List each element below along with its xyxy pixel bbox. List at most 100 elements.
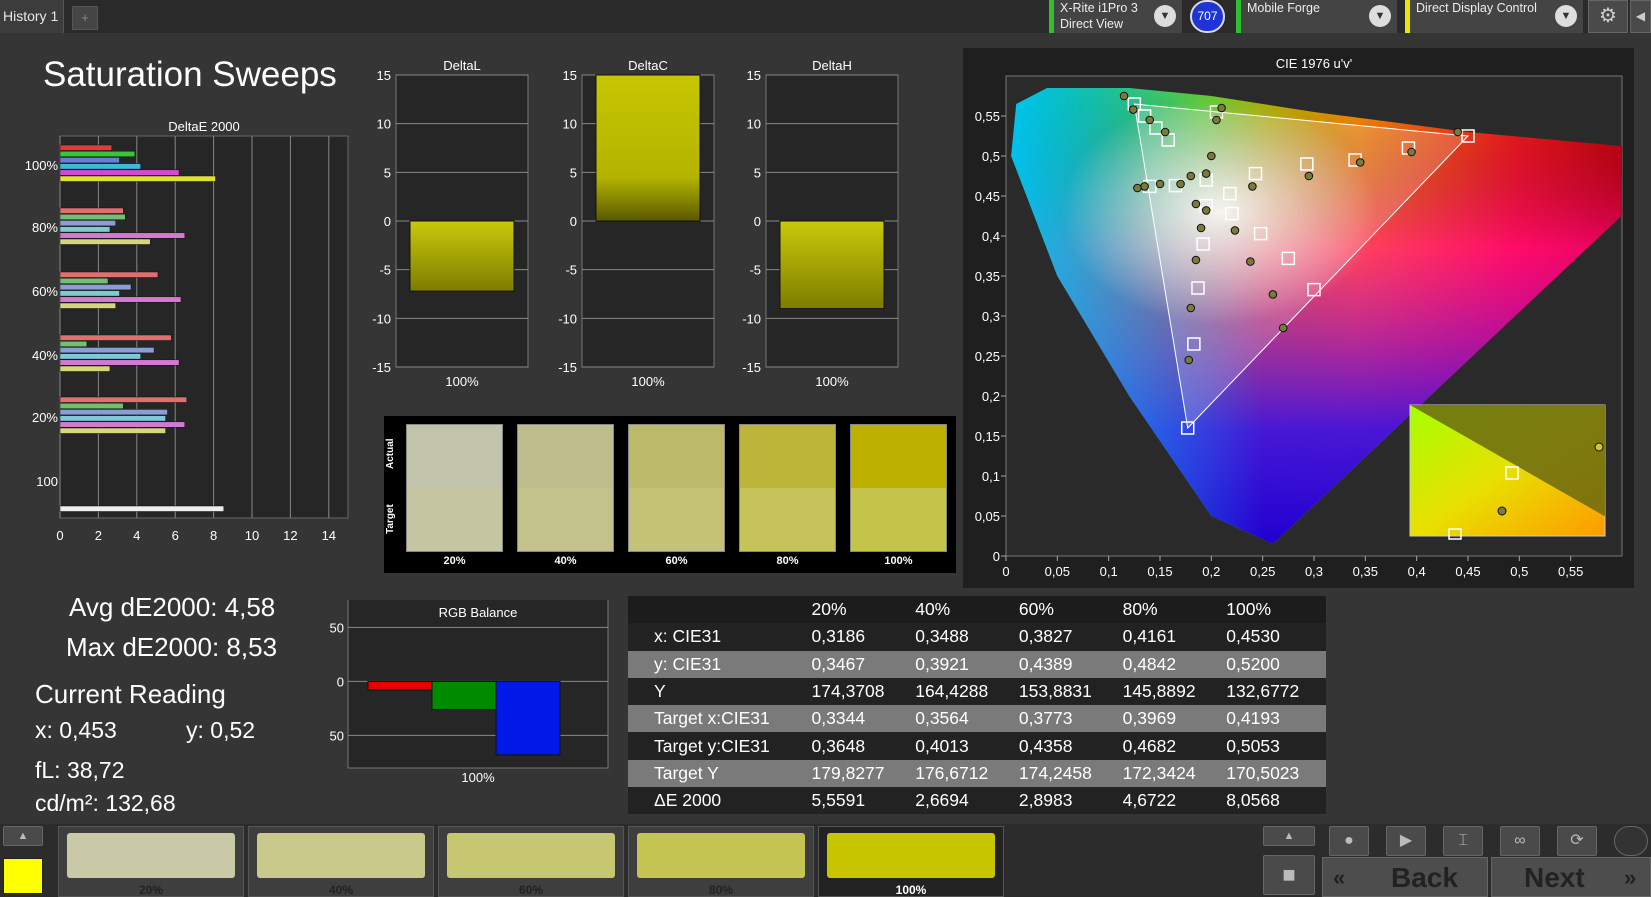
patch-button-40pct[interactable]: 40% (248, 826, 434, 897)
deltac-y-tick: -10 (558, 311, 577, 326)
deltac-y-tick: 0 (570, 214, 577, 229)
rgb-bar (431, 680, 497, 710)
swatch-40pct (517, 424, 614, 552)
loop-button[interactable]: ∞ (1500, 826, 1540, 856)
swatch-label: 80% (776, 555, 799, 567)
deltac-y-tick: 10 (563, 117, 577, 132)
back-button[interactable]: « Back (1322, 857, 1488, 897)
table-cell: 0,3564 (915, 708, 969, 729)
deltae-bar (59, 427, 166, 434)
infinity-icon: ∞ (1514, 832, 1526, 849)
table-row-label: Y (654, 681, 666, 702)
deltae-bar (59, 365, 111, 372)
swatch-actual (629, 425, 724, 488)
probe-dropdown[interactable]: X-Rite i1Pro 3 Direct View ▼ (1049, 0, 1182, 33)
deltae-bar (59, 359, 180, 366)
table-cell: 4,6722 (1122, 790, 1177, 811)
swatch-60pct (628, 424, 725, 552)
next-label: Next (1524, 862, 1585, 893)
table-cell: 0,4389 (1018, 653, 1073, 674)
patch-swatch (257, 833, 425, 878)
refresh-button[interactable]: ⟳ (1557, 826, 1597, 856)
table-cell: 0,4842 (1122, 653, 1177, 674)
chevron-up-icon: ▲ (1283, 830, 1295, 842)
current-color-up-button[interactable]: ▲ (3, 826, 43, 846)
deltac-title: DeltaC (628, 58, 668, 73)
deltah-y-tick: 0 (754, 214, 761, 229)
deltae-bar (59, 415, 166, 422)
table-cell: 179,8277 (811, 762, 885, 783)
deltal-y-tick: -10 (372, 311, 391, 326)
deltae-bar (59, 163, 141, 170)
play-button[interactable]: ▶ (1386, 826, 1426, 856)
table-header-cell: 100% (1226, 599, 1272, 620)
patch-up-button[interactable]: ▲ (1263, 826, 1315, 846)
cie-y-tick: 0,05 (975, 509, 1000, 524)
table-row: x: CIE31 0,3186 0,3488 0,3827 0,4161 0,4530 (628, 623, 1326, 651)
app-window: { "topbar": { "history_tab": "History 1"… (0, 0, 1651, 897)
patch-button-20pct[interactable]: 20% (58, 826, 244, 897)
swatch-target (629, 488, 724, 551)
cie-y-tick: 0,1 (982, 469, 1000, 484)
rgb-y-tick: 0 (337, 674, 344, 689)
record-button[interactable] (1614, 826, 1648, 856)
rgb-x-label: 100% (461, 770, 495, 785)
deltae-bar (59, 396, 187, 403)
stop-button[interactable]: ■ (1263, 855, 1315, 895)
stop-measure-button[interactable]: ● (1329, 826, 1369, 856)
swatch-label: 20% (443, 555, 466, 567)
deltae-bar (59, 334, 172, 341)
cie-measured-point (1191, 255, 1201, 265)
patch-button-80pct[interactable]: 80% (628, 826, 814, 897)
deltae-x-tick: 0 (56, 528, 63, 543)
deltae-bar (59, 220, 116, 227)
play-icon: ▶ (1399, 832, 1413, 849)
frame-button[interactable]: ⌶ (1443, 826, 1483, 856)
deltae-bar (59, 207, 124, 214)
table-cell: 145,8892 (1122, 681, 1196, 702)
cie-measured-point (1201, 206, 1211, 215)
add-tab-button[interactable]: + (72, 6, 98, 30)
patch-button-100pct[interactable]: 100% (818, 826, 1004, 897)
deltae-x-tick: 10 (245, 528, 259, 543)
probe-status-badge: 707 (1190, 0, 1225, 33)
table-row: ΔE 2000 5,5591 2,6694 2,8983 4,6722 8,0568 (628, 787, 1326, 815)
swatch-target (851, 488, 946, 551)
next-button[interactable]: Next » (1491, 857, 1651, 897)
deltae-group-label: 100 (36, 474, 58, 489)
deltae-bar (59, 150, 136, 157)
collapse-panel-button[interactable]: ◀ (1630, 0, 1651, 33)
table-cell: 0,3969 (1122, 708, 1177, 729)
patch-label: 20% (138, 883, 164, 897)
table-row-label: ΔE 2000 (654, 790, 722, 811)
deltac-y-tick: -15 (558, 360, 577, 375)
deltae-bar (59, 169, 180, 176)
table-cell: 174,2458 (1018, 762, 1092, 783)
deltae-bar (59, 302, 116, 309)
cie-x-tick: 0,2 (1202, 564, 1220, 579)
swatch-actual (740, 425, 835, 488)
tab-history-1[interactable]: History 1 (0, 0, 64, 33)
settings-gear-button[interactable]: ⚙ (1588, 0, 1628, 33)
table-cell: 170,5023 (1226, 762, 1300, 783)
cie-measured-point (1207, 151, 1216, 161)
table-cell: 0,4530 (1226, 626, 1280, 647)
table-row: Target x:CIE31 0,3344 0,3564 0,3773 0,3969 0,… (628, 705, 1326, 733)
workflow-dropdown[interactable]: Mobile Forge ▼ (1236, 0, 1397, 33)
deltal-y-tick: -5 (379, 263, 391, 278)
patch-swatch (67, 833, 235, 878)
patch-label: 100% (895, 883, 927, 897)
display-control-dropdown[interactable]: Direct Display Control ▼ (1405, 0, 1583, 33)
table-header-cell: 60% (1018, 599, 1054, 620)
table-cell: 0,3648 (811, 735, 866, 756)
deltae-bar (59, 402, 124, 409)
patch-button-60pct[interactable]: 60% (438, 826, 624, 897)
table-cell: 0,3827 (1018, 626, 1073, 647)
cie-x-tick: 0,3 (1305, 564, 1323, 579)
deltah-y-tick: 15 (747, 68, 761, 83)
deltae-bar (59, 238, 151, 245)
deltae-bar (59, 175, 216, 182)
deltah-y-tick: -5 (749, 263, 761, 278)
rgb-y-tick: 50 (330, 620, 344, 635)
table-cell: 5,5591 (811, 790, 866, 811)
